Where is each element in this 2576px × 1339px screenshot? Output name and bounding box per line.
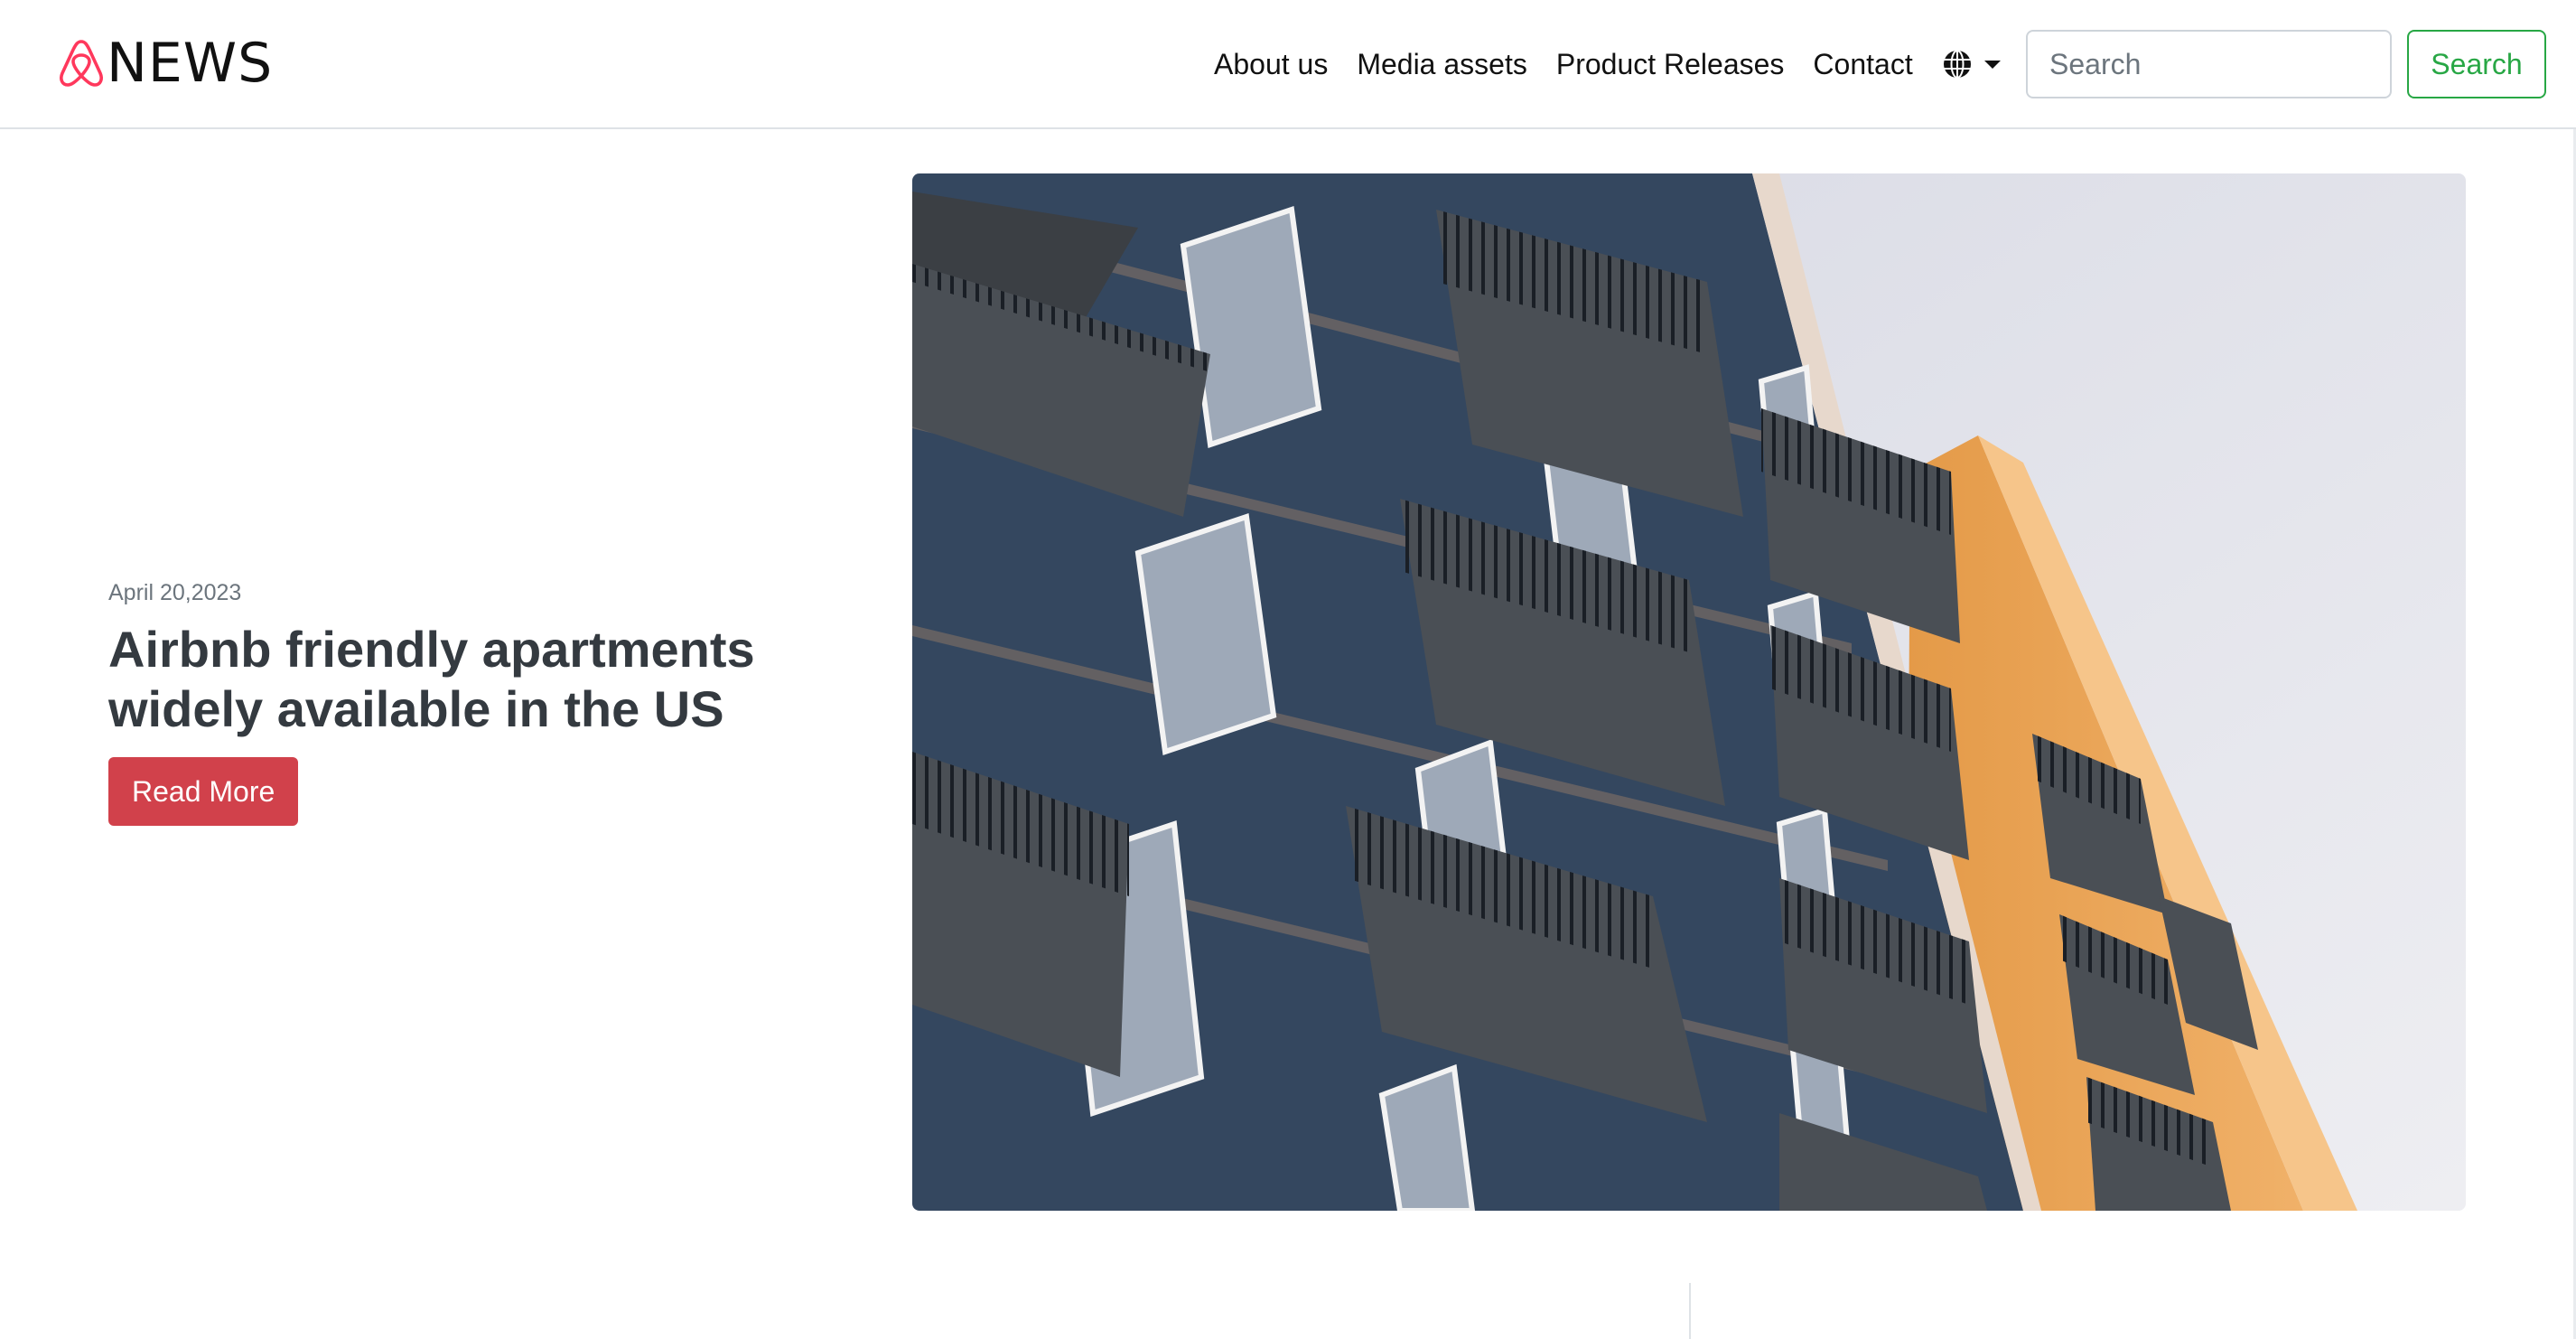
nav-about-us[interactable]: About us <box>1214 38 1342 90</box>
hero-image[interactable] <box>912 173 2466 1211</box>
site-header: NEWS About us Media assets Product Relea… <box>0 0 2576 129</box>
nav-contact[interactable]: Contact <box>1798 38 1927 90</box>
nav-media-assets[interactable]: Media assets <box>1342 38 1542 90</box>
brand-home-link[interactable]: NEWS <box>56 34 273 92</box>
search-input[interactable] <box>2026 30 2392 98</box>
article-title: Airbnb friendly apartments widely availa… <box>108 621 755 737</box>
search-button[interactable]: Search <box>2407 30 2546 98</box>
airbnb-logo-icon <box>60 40 103 87</box>
content-divider <box>1689 1283 1691 1339</box>
brand-name: NEWS <box>107 32 274 95</box>
language-dropdown[interactable] <box>1942 49 2003 80</box>
hero-text-block: April 20,2023 Airbnb friendly apartments… <box>108 575 795 826</box>
nav-product-releases[interactable]: Product Releases <box>1542 38 1799 90</box>
article-date: April 20,2023 <box>108 580 242 605</box>
caret-down-icon <box>1983 61 2001 69</box>
main-nav: About us Media assets Product Releases C… <box>1214 38 2003 90</box>
globe-icon <box>1943 50 1971 79</box>
read-more-button[interactable]: Read More <box>108 757 299 826</box>
